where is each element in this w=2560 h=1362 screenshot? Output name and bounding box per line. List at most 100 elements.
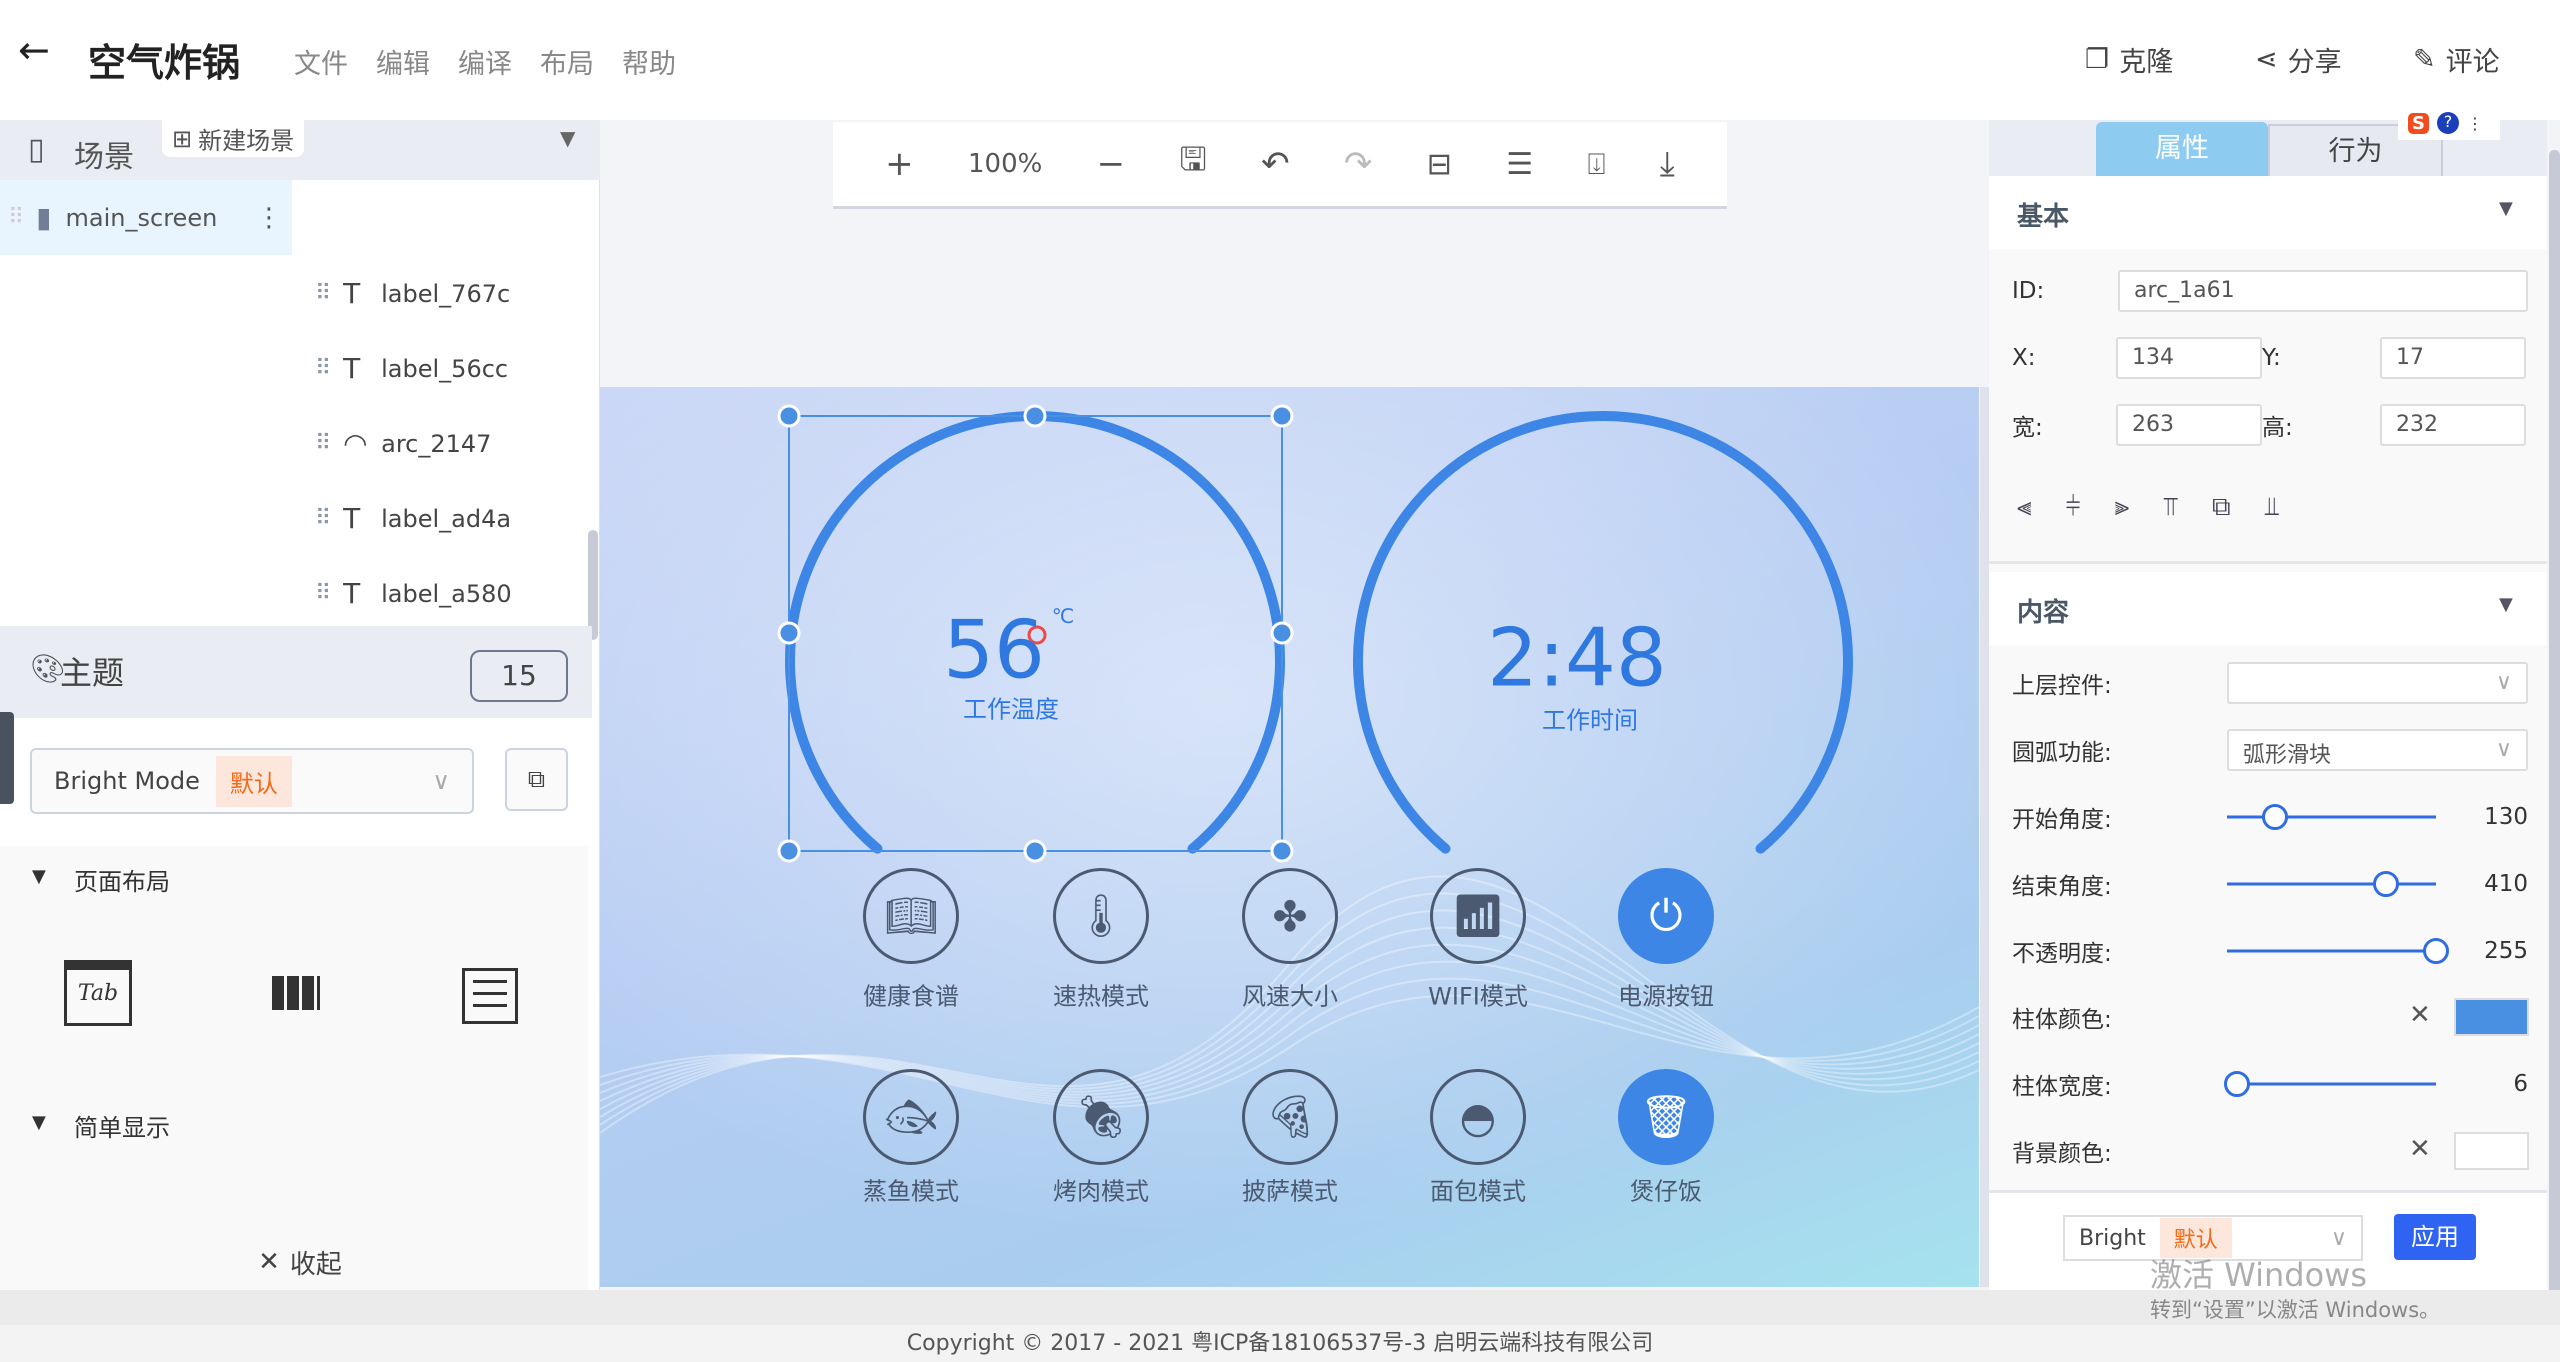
more-vertical-icon[interactable]: ⋮ xyxy=(256,203,282,233)
zoom-in-icon[interactable]: + xyxy=(885,144,914,184)
share-button[interactable]: ⋖ 分享 xyxy=(2255,40,2342,79)
export-icon[interactable]: ⍗ xyxy=(1587,147,1605,182)
new-scene-button[interactable]: ⊞ 新建场景 xyxy=(162,120,305,157)
ime-toolbar[interactable]: S ? ⋮ xyxy=(2398,106,2500,140)
build-icon[interactable]: ⊟ xyxy=(1427,147,1452,182)
function-button[interactable]: 🍖︎ xyxy=(1053,1069,1149,1165)
save-icon[interactable]: 🖫︎ xyxy=(1179,137,1206,191)
wifi-icon: 📶︎ xyxy=(1451,891,1505,940)
download-icon[interactable]: ⤓ xyxy=(1660,144,1675,184)
menu-compile[interactable]: 编译 xyxy=(458,42,512,81)
function-button[interactable]: 🐟︎ xyxy=(863,1069,959,1165)
function-button[interactable]: 📶︎ xyxy=(1430,868,1526,964)
tab-layout-icon[interactable]: Tab xyxy=(64,960,132,1026)
slider-track[interactable] xyxy=(2227,815,2436,819)
design-canvas[interactable]: 56 ℃ 工作温度 2:48 工作时间 📖︎ 健康食谱 🌡︎ 速热模式 ✤ 风速大小… xyxy=(600,387,1979,1287)
align-center-h-icon[interactable]: ⫩ xyxy=(2066,492,2081,523)
x-input[interactable]: 134 xyxy=(2116,337,2262,379)
menu-layout[interactable]: 布局 xyxy=(540,42,594,81)
slider-knob[interactable] xyxy=(2372,871,2399,897)
id-input[interactable]: arc_1a61 xyxy=(2118,270,2528,312)
list-layout-icon[interactable] xyxy=(462,968,518,1024)
clear-color-icon[interactable]: ✕ xyxy=(2409,1000,2431,1030)
parent-select[interactable]: ∨ xyxy=(2227,662,2528,704)
drag-handle-icon[interactable]: ⠿ xyxy=(315,581,331,606)
function-button[interactable]: 🌡︎ xyxy=(1053,868,1149,964)
expand-triangle-icon[interactable]: ▼ xyxy=(32,866,46,887)
height-input[interactable]: 232 xyxy=(2380,404,2526,446)
tree-scrollbar[interactable] xyxy=(588,530,598,640)
width-input[interactable]: 263 xyxy=(2116,404,2262,446)
side-widget-handle[interactable] xyxy=(0,712,14,804)
page-layout-label[interactable]: 页面布局 xyxy=(74,862,170,897)
collapse-button[interactable]: ✕ 收起 xyxy=(0,1234,600,1290)
function-button[interactable]: 📖︎ xyxy=(863,868,959,964)
align-top-icon[interactable]: ⫪ xyxy=(2163,492,2178,523)
thermometer-icon: 🌡︎ xyxy=(1074,891,1128,940)
sogou-icon: S xyxy=(2408,112,2429,134)
clone-button[interactable]: ❐ 克隆 xyxy=(2085,40,2173,79)
theme-select[interactable]: Bright Mode 默认 ∨ xyxy=(30,748,474,814)
undo-icon[interactable]: ↶ xyxy=(1261,144,1290,184)
slider-knob[interactable] xyxy=(2262,804,2289,830)
comment-button[interactable]: ✎ 评论 xyxy=(2413,40,2500,79)
menu-edit[interactable]: 编辑 xyxy=(376,42,430,81)
align-right-icon[interactable]: ⫸ xyxy=(2115,492,2130,523)
slider-track[interactable] xyxy=(2227,949,2436,953)
content-section-header[interactable]: 内容 ▼ xyxy=(1989,572,2547,645)
function-button[interactable]: ◓ xyxy=(1430,1069,1526,1165)
expand-triangle-icon[interactable]: ▼ xyxy=(32,1112,46,1133)
drag-handle-icon[interactable]: ⠿ xyxy=(315,431,331,456)
chevron-down-icon: ∨ xyxy=(2495,670,2512,695)
widget-tree-item[interactable]: ⠿ Tlabel_ad4a xyxy=(305,481,585,556)
arc-function-select[interactable]: 弧形滑块 ∨ xyxy=(2227,729,2528,771)
dropdown-triangle-icon[interactable]: ▼ xyxy=(560,126,575,150)
y-input[interactable]: 17 xyxy=(2380,337,2526,379)
back-arrow-icon[interactable]: ← xyxy=(18,28,50,72)
align-bottom-icon[interactable]: ⫫ xyxy=(2265,492,2280,523)
align-center-v-icon[interactable]: ⧉ xyxy=(2212,492,2231,523)
drag-handle-icon[interactable]: ⠿ xyxy=(315,506,331,531)
time-value: 2:48 xyxy=(1487,611,1667,705)
drag-handle-icon[interactable]: ⠿ xyxy=(315,281,331,306)
tab-properties[interactable]: 属性 xyxy=(2096,122,2268,176)
zoom-out-icon[interactable]: − xyxy=(1097,144,1126,184)
slider-knob[interactable] xyxy=(2224,1071,2251,1097)
function-button[interactable]: 🗑︎ xyxy=(1618,1069,1714,1165)
widget-tree-item[interactable]: ⠿ ◠ arc_2147 xyxy=(305,406,585,481)
columns-layout-icon[interactable] xyxy=(272,976,320,1010)
widget-tree-item[interactable]: ⠿ Tlabel_56cc xyxy=(305,331,585,406)
apply-button[interactable]: 应用 xyxy=(2394,1214,2476,1260)
align-toolbar: ⫷ ⫩ ⫸ ⫪ ⧉ ⫫ xyxy=(2017,492,2279,523)
bg-color-swatch[interactable] xyxy=(2454,1132,2529,1170)
slider-track[interactable] xyxy=(2227,1082,2436,1086)
widget-tree-item[interactable]: ⠿ Tlabel_767c xyxy=(305,256,585,331)
drag-handle-icon[interactable]: ⠿ xyxy=(8,205,24,230)
drumstick-icon: 🍖︎ xyxy=(1074,1092,1128,1141)
power-icon: ⏻ xyxy=(1649,891,1683,940)
clear-color-icon[interactable]: ✕ xyxy=(2409,1134,2431,1164)
resize-handle xyxy=(1270,621,1294,645)
right-scrollbar[interactable] xyxy=(2549,150,2560,1325)
align-left-icon[interactable]: ⫷ xyxy=(2017,492,2032,523)
help-icon: ? xyxy=(2436,112,2459,134)
function-button[interactable]: ⏻ xyxy=(1618,868,1714,964)
resize-handle xyxy=(777,839,801,863)
slider-value: 255 xyxy=(2484,938,2528,964)
widget-tree-item[interactable]: ⠿ Tlabel_a580 xyxy=(305,556,585,631)
bar-color-swatch[interactable] xyxy=(2454,998,2529,1036)
scene-item-main-screen[interactable]: ⠿ ▮ main_screen ⋮ xyxy=(0,180,292,255)
basic-section-header[interactable]: 基本 ▼ xyxy=(1989,176,2547,249)
align-icon[interactable]: ☰ xyxy=(1506,147,1533,182)
add-theme-button[interactable]: ⧉ xyxy=(505,748,568,811)
function-button[interactable]: 🍕︎ xyxy=(1242,1069,1338,1165)
slider-track[interactable] xyxy=(2227,882,2436,886)
menu-help[interactable]: 帮助 xyxy=(622,42,676,81)
canvas-scrollbar[interactable] xyxy=(1980,387,1989,1287)
simple-display-label[interactable]: 简单显示 xyxy=(74,1108,170,1143)
drag-handle-icon[interactable]: ⠿ xyxy=(315,356,331,381)
function-label: 健康食谱 xyxy=(863,982,959,1011)
menu-file[interactable]: 文件 xyxy=(294,42,348,81)
redo-icon[interactable]: ↷ xyxy=(1344,144,1373,184)
function-button[interactable]: ✤ xyxy=(1242,868,1338,964)
